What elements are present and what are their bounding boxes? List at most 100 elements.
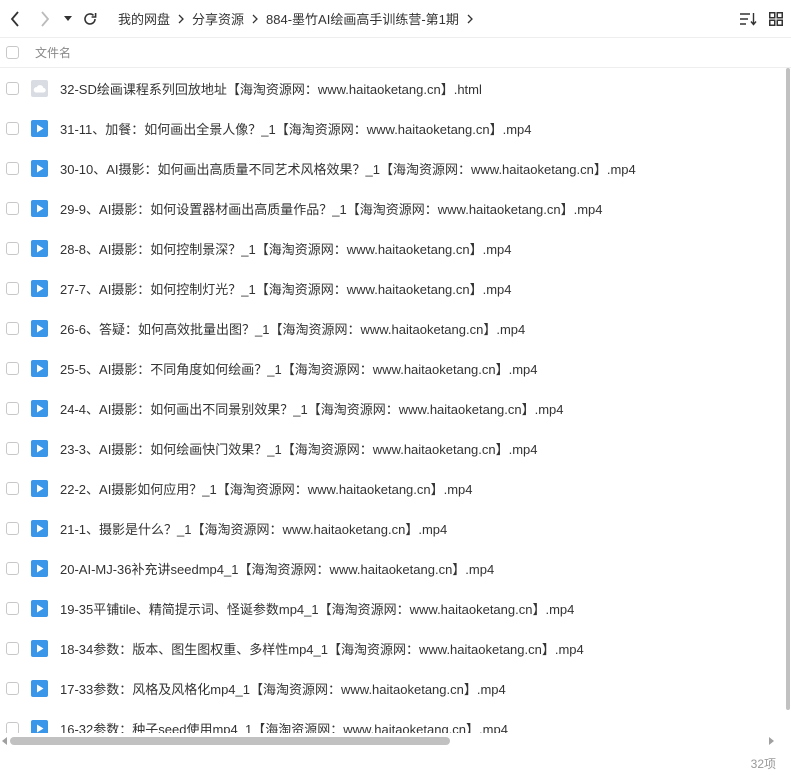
file-row[interactable]: 26-6、答疑：如何高效批量出图？_1【海淘资源网：www.haitaoketa… bbox=[0, 308, 791, 348]
file-name: 23-3、AI摄影：如何绘画快门效果？_1【海淘资源网：www.haitaoke… bbox=[60, 441, 538, 457]
file-row[interactable]: 16-32参数：种子seed使用mp4_1【海淘资源网：www.haitaoke… bbox=[0, 708, 791, 733]
file-checkbox[interactable] bbox=[6, 721, 19, 733]
chevron-right-icon bbox=[178, 14, 184, 24]
file-row[interactable]: 17-33参数：风格及风格化mp4_1【海淘资源网：www.haitaoketa… bbox=[0, 668, 791, 708]
file-name: 18-34参数：版本、图生图权重、多样性mp4_1【海淘资源网：www.hait… bbox=[60, 641, 584, 657]
file-checkbox[interactable] bbox=[6, 441, 19, 455]
horizontal-scrollbar-thumb[interactable] bbox=[10, 737, 450, 745]
file-row[interactable]: 22-2、AI摄影如何应用？_1【海淘资源网：www.haitaoketang.… bbox=[0, 468, 791, 508]
file-name: 30-10、AI摄影：如何画出高质量不同艺术风格效果？_1【海淘资源网：www.… bbox=[60, 161, 636, 177]
file-checkbox[interactable] bbox=[6, 681, 19, 695]
file-checkbox[interactable] bbox=[6, 401, 19, 415]
file-list: 32-SD绘画课程系列回放地址【海淘资源网：www.haitaoketang.c… bbox=[0, 68, 791, 733]
file-name: 29-9、AI摄影：如何设置器材画出高质量作品？_1【海淘资源网：www.hai… bbox=[60, 201, 603, 217]
file-name: 31-11、加餐：如何画出全景人像？_1【海淘资源网：www.haitaoket… bbox=[60, 121, 532, 137]
video-file-icon bbox=[31, 159, 48, 177]
video-file-icon bbox=[31, 599, 48, 617]
file-row[interactable]: 24-4、AI摄影：如何画出不同景别效果？_1【海淘资源网：www.haitao… bbox=[0, 388, 791, 428]
file-row[interactable]: 25-5、AI摄影：不同角度如何绘画？_1【海淘资源网：www.haitaoke… bbox=[0, 348, 791, 388]
file-checkbox[interactable] bbox=[6, 361, 19, 375]
file-row[interactable]: 30-10、AI摄影：如何画出高质量不同艺术风格效果？_1【海淘资源网：www.… bbox=[0, 148, 791, 188]
file-name: 24-4、AI摄影：如何画出不同景别效果？_1【海淘资源网：www.haitao… bbox=[60, 401, 564, 417]
status-bar: 32项 bbox=[0, 749, 791, 778]
grid-view-icon bbox=[769, 11, 783, 26]
file-name: 21-1、摄影是什么？_1【海淘资源网：www.haitaoketang.cn】… bbox=[60, 521, 448, 537]
video-file-icon bbox=[31, 519, 48, 537]
file-row[interactable]: 29-9、AI摄影：如何设置器材画出高质量作品？_1【海淘资源网：www.hai… bbox=[0, 188, 791, 228]
breadcrumb-item-current-folder[interactable]: 884-墨竹AI绘画高手训练营-第1期 bbox=[266, 9, 459, 28]
file-checkbox[interactable] bbox=[6, 641, 19, 655]
video-file-icon bbox=[31, 279, 48, 297]
file-checkbox[interactable] bbox=[6, 201, 19, 215]
scroll-right-arrow[interactable] bbox=[767, 736, 775, 746]
video-file-icon bbox=[31, 199, 48, 217]
video-file-icon bbox=[31, 119, 48, 137]
file-name: 19-35平铺tile、精简提示词、怪诞参数mp4_1【海淘资源网：www.ha… bbox=[60, 601, 575, 617]
vertical-scrollbar[interactable] bbox=[784, 68, 791, 733]
history-dropdown-button[interactable] bbox=[60, 0, 76, 37]
video-file-icon bbox=[31, 479, 48, 497]
back-button[interactable] bbox=[0, 0, 30, 37]
file-checkbox[interactable] bbox=[6, 481, 19, 495]
file-name: 17-33参数：风格及风格化mp4_1【海淘资源网：www.haitaoketa… bbox=[60, 681, 506, 697]
cloud-file-icon bbox=[31, 79, 48, 97]
triangle-left-icon bbox=[1, 737, 7, 745]
column-header-filename[interactable]: 文件名 bbox=[35, 44, 71, 61]
file-name: 20-AI-MJ-36补充讲seedmp4_1【海淘资源网：www.haitao… bbox=[60, 561, 495, 577]
toolbar: 我的网盘 分享资源 884-墨竹AI绘画高手训练营-第1期 bbox=[0, 0, 791, 37]
file-name: 27-7、AI摄影：如何控制灯光？_1【海淘资源网：www.haitaoketa… bbox=[60, 281, 512, 297]
file-row[interactable]: 32-SD绘画课程系列回放地址【海淘资源网：www.haitaoketang.c… bbox=[0, 68, 791, 108]
file-list-header: 文件名 bbox=[0, 37, 791, 68]
file-name: 26-6、答疑：如何高效批量出图？_1【海淘资源网：www.haitaoketa… bbox=[60, 321, 526, 337]
file-name: 32-SD绘画课程系列回放地址【海淘资源网：www.haitaoketang.c… bbox=[60, 81, 482, 97]
file-checkbox[interactable] bbox=[6, 561, 19, 575]
breadcrumb-item-my-drive[interactable]: 我的网盘 bbox=[118, 9, 170, 28]
file-row[interactable]: 20-AI-MJ-36补充讲seedmp4_1【海淘资源网：www.haitao… bbox=[0, 548, 791, 588]
scroll-left-arrow[interactable] bbox=[0, 736, 8, 746]
file-checkbox[interactable] bbox=[6, 281, 19, 295]
file-checkbox[interactable] bbox=[6, 121, 19, 135]
chevron-left-icon bbox=[10, 10, 19, 27]
file-row[interactable]: 21-1、摄影是什么？_1【海淘资源网：www.haitaoketang.cn】… bbox=[0, 508, 791, 548]
file-name: 16-32参数：种子seed使用mp4_1【海淘资源网：www.haitaoke… bbox=[60, 721, 508, 734]
file-checkbox[interactable] bbox=[6, 321, 19, 335]
video-file-icon bbox=[31, 679, 48, 697]
grid-view-button[interactable] bbox=[767, 10, 785, 28]
sort-button[interactable] bbox=[739, 10, 757, 28]
video-file-icon bbox=[31, 359, 48, 377]
toolbar-right bbox=[739, 0, 785, 37]
refresh-icon bbox=[84, 12, 97, 25]
file-name: 25-5、AI摄影：不同角度如何绘画？_1【海淘资源网：www.haitaoke… bbox=[60, 361, 538, 377]
horizontal-scrollbar[interactable] bbox=[0, 733, 791, 749]
video-file-icon bbox=[31, 639, 48, 657]
breadcrumb-item-shared[interactable]: 分享资源 bbox=[192, 9, 244, 28]
video-file-icon bbox=[31, 559, 48, 577]
chevron-right-icon bbox=[467, 14, 473, 24]
breadcrumb: 我的网盘 分享资源 884-墨竹AI绘画高手训练营-第1期 bbox=[118, 9, 481, 28]
file-row[interactable]: 18-34参数：版本、图生图权重、多样性mp4_1【海淘资源网：www.hait… bbox=[0, 628, 791, 668]
select-all-checkbox[interactable] bbox=[6, 46, 19, 59]
file-row[interactable]: 27-7、AI摄影：如何控制灯光？_1【海淘资源网：www.haitaoketa… bbox=[0, 268, 791, 308]
vertical-scrollbar-thumb[interactable] bbox=[786, 68, 790, 710]
video-file-icon bbox=[31, 439, 48, 457]
video-file-icon bbox=[31, 239, 48, 257]
file-row[interactable]: 23-3、AI摄影：如何绘画快门效果？_1【海淘资源网：www.haitaoke… bbox=[0, 428, 791, 468]
file-row[interactable]: 28-8、AI摄影：如何控制景深？_1【海淘资源网：www.haitaoketa… bbox=[0, 228, 791, 268]
file-name: 28-8、AI摄影：如何控制景深？_1【海淘资源网：www.haitaoketa… bbox=[60, 241, 512, 257]
file-row[interactable]: 31-11、加餐：如何画出全景人像？_1【海淘资源网：www.haitaoket… bbox=[0, 108, 791, 148]
file-name: 22-2、AI摄影如何应用？_1【海淘资源网：www.haitaoketang.… bbox=[60, 481, 473, 497]
file-checkbox[interactable] bbox=[6, 241, 19, 255]
forward-button[interactable] bbox=[30, 0, 60, 37]
refresh-button[interactable] bbox=[78, 0, 102, 37]
caret-down-icon bbox=[64, 15, 72, 21]
triangle-right-icon bbox=[768, 737, 774, 745]
item-count: 32项 bbox=[750, 757, 776, 771]
horizontal-scrollbar-track[interactable] bbox=[10, 737, 765, 745]
file-checkbox[interactable] bbox=[6, 521, 19, 535]
chevron-right-icon bbox=[41, 10, 50, 27]
chevron-right-icon bbox=[252, 14, 258, 24]
file-checkbox[interactable] bbox=[6, 81, 19, 95]
file-checkbox[interactable] bbox=[6, 601, 19, 615]
file-checkbox[interactable] bbox=[6, 161, 19, 175]
file-row[interactable]: 19-35平铺tile、精简提示词、怪诞参数mp4_1【海淘资源网：www.ha… bbox=[0, 588, 791, 628]
